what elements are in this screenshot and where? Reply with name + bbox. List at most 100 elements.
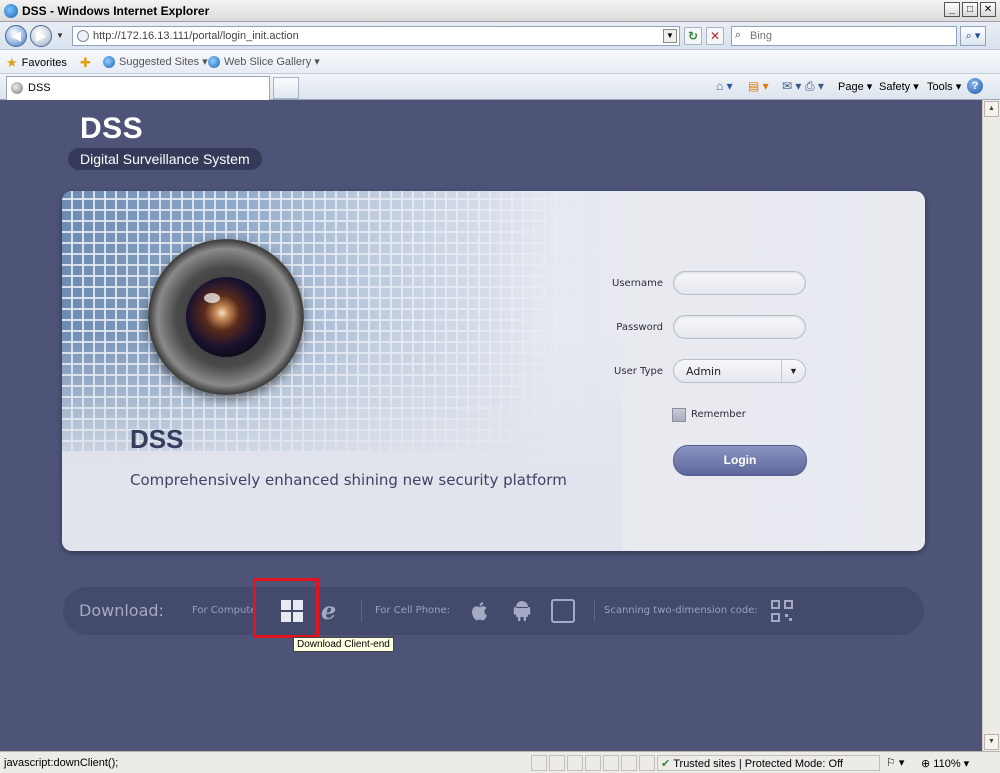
- print-icon[interactable]: ⎙ ▾: [805, 79, 824, 94]
- page-viewport: DSS Digital Surveillance System DSS Comp…: [0, 100, 982, 751]
- for-cell-phone-label: For Cell Phone:: [375, 605, 451, 616]
- user-type-label: User Type: [614, 366, 663, 377]
- zone-text: Trusted sites | Protected Mode: Off: [673, 758, 843, 770]
- add-to-favorites-button[interactable]: ✚: [80, 55, 91, 71]
- ie-page-icon: [103, 55, 115, 68]
- feeds-icon[interactable]: ▤ ▾: [748, 79, 769, 93]
- tools-menu[interactable]: Tools ▾: [927, 80, 961, 93]
- user-type-select[interactable]: Admin ▼: [673, 359, 806, 383]
- suggested-sites-link[interactable]: Suggested Sites ▾: [103, 55, 208, 68]
- username-field[interactable]: [673, 271, 806, 295]
- web-slice-gallery-label: Web Slice Gallery ▾: [224, 56, 320, 68]
- recent-pages-dropdown-icon[interactable]: ▼: [56, 31, 64, 40]
- refresh-icon[interactable]: ↻: [684, 27, 702, 45]
- search-icon: ⌕: [735, 29, 742, 41]
- back-button[interactable]: ◀: [5, 25, 27, 47]
- window-controls: _ □ ✕: [944, 2, 996, 17]
- zoom-level: 110%: [933, 758, 961, 770]
- username-label: Username: [612, 278, 663, 289]
- search-input[interactable]: [750, 29, 950, 43]
- close-button[interactable]: ✕: [980, 2, 996, 17]
- panel-tagline: Comprehensively enhanced shining new sec…: [130, 471, 567, 489]
- help-icon[interactable]: ?: [967, 78, 983, 94]
- remember-label: Remember: [691, 409, 746, 420]
- url-box: ▼: [72, 26, 680, 46]
- protected-mode-icon[interactable]: ⚐ ▾: [886, 756, 904, 769]
- maximize-button[interactable]: □: [962, 2, 978, 17]
- scroll-up-icon[interactable]: ▲: [984, 101, 999, 117]
- ie-page-icon: [208, 55, 220, 68]
- qr-code-icon[interactable]: [770, 599, 794, 623]
- status-cell: [639, 755, 655, 771]
- login-button[interactable]: Login: [673, 445, 807, 476]
- password-field[interactable]: [673, 315, 806, 339]
- brand-subtitle: Digital Surveillance System: [68, 148, 262, 170]
- add-favorite-icon: ✚: [80, 55, 91, 70]
- status-cell: [585, 755, 601, 771]
- address-bar: ◀ ▶ ▼ ▼ ↻ ✕ ⌕ ⌕ ▾: [0, 22, 1000, 50]
- status-cell: [567, 755, 583, 771]
- status-text: javascript:downClient();: [4, 757, 119, 769]
- suggested-sites-label: Suggested Sites ▾: [119, 56, 208, 68]
- login-panel: DSS Comprehensively enhanced shining new…: [62, 191, 925, 551]
- star-icon: ★: [6, 55, 18, 70]
- checkmark-icon: ✔: [661, 758, 671, 770]
- security-zone[interactable]: ✔ Trusted sites | Protected Mode: Off: [661, 757, 843, 770]
- chevron-down-icon[interactable]: ▼: [781, 360, 805, 382]
- tab-dss[interactable]: DSS: [6, 76, 270, 100]
- download-label: Download:: [79, 601, 164, 620]
- tablet-icon[interactable]: [551, 599, 575, 623]
- password-input[interactable]: [684, 320, 796, 335]
- apple-icon[interactable]: [468, 599, 492, 623]
- title-bar: DSS - Windows Internet Explorer _ □ ✕: [0, 0, 1000, 22]
- status-cell: [621, 755, 637, 771]
- page-menu[interactable]: Page ▾: [838, 80, 872, 93]
- new-tab-button[interactable]: [273, 77, 299, 99]
- camera-lens-graphic: [148, 239, 304, 395]
- zoom-control[interactable]: ⊕ 110% ▾: [921, 757, 969, 770]
- loading-icon: [11, 82, 23, 94]
- lens-glint: [204, 293, 220, 303]
- highlight-box: [253, 578, 319, 638]
- home-icon[interactable]: ⌂ ▾: [716, 79, 733, 93]
- favorites-button[interactable]: ★ Favorites: [6, 55, 67, 71]
- android-icon[interactable]: [510, 599, 534, 623]
- search-go-button[interactable]: ⌕ ▾: [960, 26, 986, 46]
- status-cell: [531, 755, 547, 771]
- page-icon: [77, 30, 89, 42]
- status-cell: [603, 755, 619, 771]
- divider: [594, 600, 595, 622]
- status-cell: [549, 755, 565, 771]
- dss-logo: DSS: [80, 112, 144, 145]
- username-input[interactable]: [684, 276, 796, 291]
- search-box: ⌕: [731, 26, 957, 46]
- window-title: DSS - Windows Internet Explorer: [22, 4, 210, 18]
- ie-icon[interactable]: e: [321, 599, 345, 623]
- web-slice-gallery-link[interactable]: Web Slice Gallery ▾: [208, 55, 320, 68]
- scanning-label: Scanning two-dimension code:: [604, 605, 758, 616]
- minimize-button[interactable]: _: [944, 2, 960, 17]
- forward-button[interactable]: ▶: [30, 25, 52, 47]
- download-bar: Download: For Compute e For Cell Phone: …: [63, 587, 924, 635]
- for-computer-label: For Compute: [192, 605, 257, 616]
- remember-checkbox[interactable]: [672, 408, 686, 422]
- status-bar: javascript:downClient(); ✔ Trusted sites …: [0, 751, 1000, 773]
- url-input[interactable]: [93, 29, 653, 43]
- user-type-value: Admin: [686, 365, 722, 378]
- favorites-bar: ★ Favorites ✚ Suggested Sites ▾ Web Slic…: [0, 50, 1000, 74]
- mail-icon[interactable]: ✉ ▾: [782, 79, 801, 93]
- favorites-label: Favorites: [21, 57, 67, 69]
- panel-title: DSS: [130, 424, 184, 454]
- tab-label: DSS: [28, 82, 51, 94]
- lens-glass: [186, 277, 266, 357]
- download-tooltip: Download Client-end: [293, 637, 394, 652]
- scroll-down-icon[interactable]: ▼: [984, 734, 999, 750]
- url-dropdown-icon[interactable]: ▼: [663, 29, 677, 43]
- password-label: Password: [616, 322, 663, 333]
- safety-menu[interactable]: Safety ▾: [879, 80, 919, 93]
- tab-bar: DSS ⌂ ▾ ▤ ▾ ✉ ▾ ⎙ ▾ Page ▾ Safety ▾ Tool…: [0, 74, 1000, 100]
- divider: [361, 600, 362, 622]
- stop-icon[interactable]: ✕: [706, 27, 724, 45]
- vertical-scrollbar[interactable]: ▲ ▼: [982, 100, 1000, 751]
- ie-logo-icon: [4, 4, 18, 18]
